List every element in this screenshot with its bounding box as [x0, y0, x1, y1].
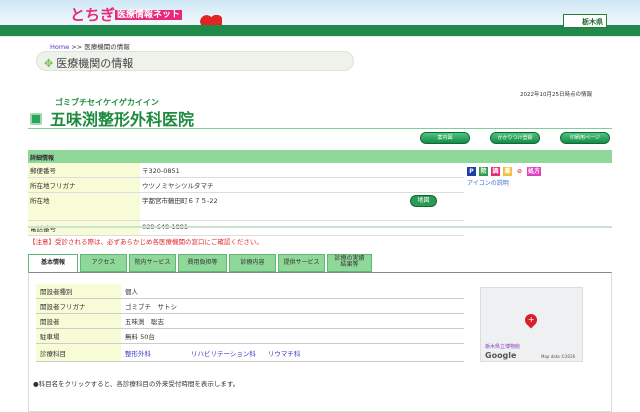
map-attribution: Map data ©2026	[541, 354, 576, 359]
page-title: ✥ 医療機関の情報	[36, 51, 354, 71]
prescription-icon: 処方	[527, 167, 541, 176]
facility-icons: P 院 調 薬 ⊘ 処方	[467, 167, 541, 176]
row-label: 開設者	[36, 313, 121, 329]
row-label: 駐車場	[36, 328, 121, 344]
divider	[28, 128, 612, 129]
site-header: とちぎ医療情報ネットTOCHIGI Medical Information Ne…	[0, 0, 640, 37]
page-title-text: 医療機関の情報	[56, 57, 134, 70]
map-button[interactable]: 地図	[410, 195, 437, 207]
logo-subtext: 医療情報ネット	[115, 10, 183, 20]
row-label: 診療科目	[36, 343, 121, 362]
row-value: 無料 50台	[121, 328, 464, 344]
dept-link[interactable]: リハビリテーション科	[191, 350, 256, 358]
print-button[interactable]: 印刷用ページ	[560, 132, 610, 144]
tab-services[interactable]: 院内サービス	[129, 254, 176, 272]
table-row: 郵便番号 〒320-0851	[28, 163, 464, 178]
header-band	[0, 25, 640, 36]
facility-name-text: 五味渕整形外科医院	[50, 110, 195, 129]
table-row: 診療科目 整形外科 リハビリテーション科 リウマチ科	[36, 343, 464, 362]
table-row: 電話番号 028-648-1881	[28, 220, 464, 236]
row-label: 所在地	[28, 192, 140, 221]
divider	[28, 226, 612, 228]
row-label: 開設者種別	[36, 284, 121, 299]
table-row: 開設者フリガナ ゴミブチ サトシ	[36, 298, 464, 314]
pharmacy-icon: 薬	[503, 167, 512, 176]
notice: 【注意】受診される際は、必ずあらかじめ各医療機関の窓口にご確認ください。	[29, 238, 263, 246]
breadcrumb-sep: >>	[71, 43, 83, 51]
facility-name: 五味渕整形外科医院	[30, 106, 194, 130]
square-icon	[30, 113, 42, 125]
table-row: 所在地 宇都宮市鶴田町６７５-22	[28, 192, 464, 221]
row-value: ウツノミヤシツルタマチ	[140, 177, 464, 193]
prefecture-logo[interactable]: 栃木県	[563, 14, 607, 28]
row-label: 開設者フリガナ	[36, 298, 121, 314]
table-row: 開設者種別 個人	[36, 284, 464, 299]
tab-results[interactable]: 診療の実績 結果等	[327, 254, 372, 272]
row-value: 個人	[121, 284, 464, 299]
footnote: ●科目名をクリックすると、各診療科目の外来受付時間を表示します。	[33, 380, 240, 388]
tab-provided[interactable]: 提供サービス	[278, 254, 325, 272]
breadcrumb-current: 医療機関の情報	[84, 43, 130, 51]
as-of-date: 2022年10月25日時点の情報	[520, 92, 592, 98]
row-label: 電話番号	[28, 220, 140, 236]
icon-help-link[interactable]: アイコンの説明	[467, 178, 509, 187]
prep-icon: 調	[491, 167, 500, 176]
table-row: 所在地フリガナ ウツノミヤシツルタマチ	[28, 177, 464, 193]
table-row: 開設者 五味渕 聡志	[36, 313, 464, 329]
row-value: 五味渕 聡志	[121, 313, 464, 329]
breadcrumb: Home >> 医療機関の情報	[50, 41, 130, 51]
map-thumbnail[interactable]: + 栃木県立博物館 Google Map data ©2026	[480, 287, 583, 362]
row-value: 028-648-1881	[140, 220, 464, 236]
guide-map-button[interactable]: 案内図	[420, 132, 470, 144]
details-heading: 詳細情報	[28, 150, 612, 163]
dept-link[interactable]: 整形外科	[125, 350, 151, 358]
tab-treatment[interactable]: 診療内容	[229, 254, 276, 272]
logo-text: とちぎ	[70, 6, 116, 24]
hospital-icon: 院	[479, 167, 488, 176]
row-label: 郵便番号	[28, 163, 140, 178]
row-label: 所在地フリガナ	[28, 177, 140, 193]
tab-access[interactable]: アクセス	[80, 254, 127, 272]
diamond-icon: ✥	[44, 57, 54, 70]
site-logo[interactable]: とちぎ医療情報ネットTOCHIGI Medical Information Ne…	[70, 4, 183, 30]
row-value: 〒320-0851	[140, 163, 464, 178]
no-smoking-icon: ⊘	[515, 167, 524, 176]
google-logo: Google	[485, 351, 517, 360]
map-place-label: 栃木県立博物館	[485, 344, 521, 350]
dept-link[interactable]: リウマチ科	[268, 350, 301, 358]
breadcrumb-home[interactable]: Home	[50, 43, 69, 51]
tab-basic[interactable]: 基本情報	[28, 254, 78, 272]
dept-links: 整形外科 リハビリテーション科 リウマチ科	[121, 343, 464, 362]
row-value: ゴミブチ サトシ	[121, 298, 464, 314]
parking-icon: P	[467, 167, 476, 176]
basic-info-table: 開設者種別 個人 開設者フリガナ ゴミブチ サトシ 開設者 五味渕 聡志 駐車場 無料 …	[36, 284, 464, 362]
map-pin-icon: +	[522, 311, 540, 329]
register-button[interactable]: かかりつけ登録	[490, 132, 540, 144]
table-row: 駐車場 無料 50台	[36, 328, 464, 344]
tab-costs[interactable]: 費用負担等	[178, 254, 227, 272]
tab-bar: 基本情報 アクセス 院内サービス 費用負担等 診療内容 提供サービス 診療の実績…	[28, 254, 372, 272]
